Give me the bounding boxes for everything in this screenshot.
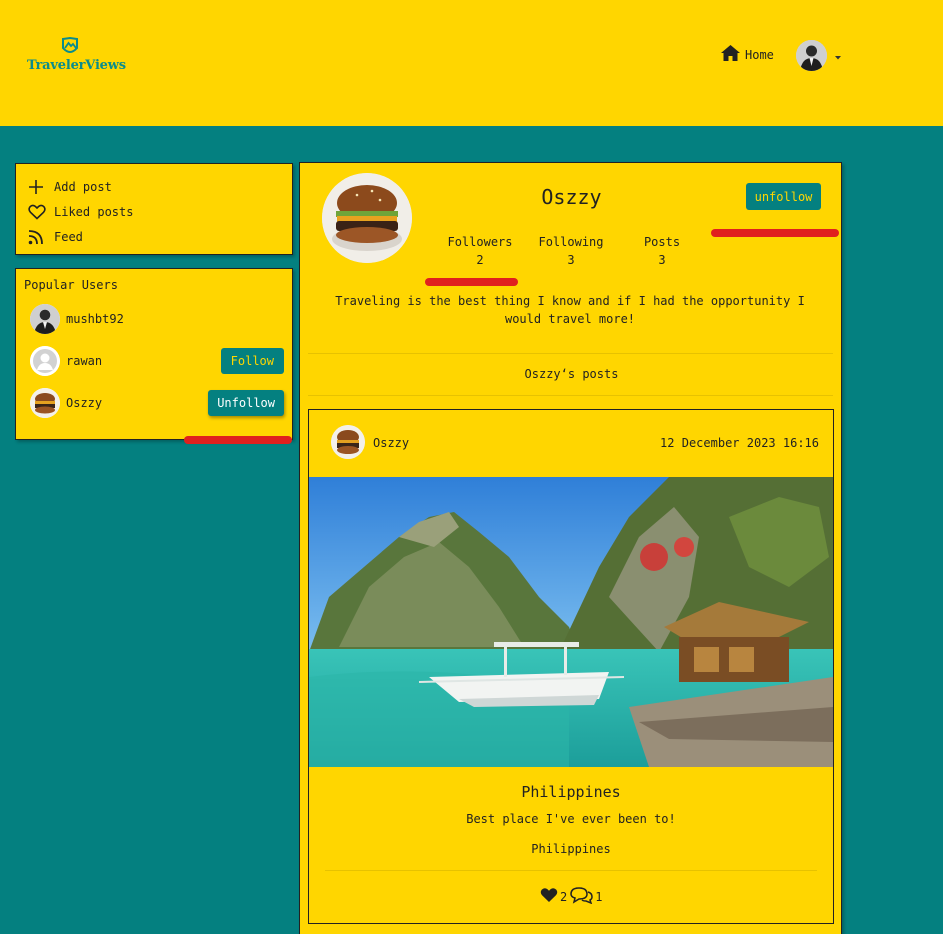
unfollow-button[interactable]: unfollow (746, 183, 821, 210)
popular-users-card: Popular Users mushbt92 rawan Follow Oszz… (15, 268, 293, 440)
menu-item-label: Feed (54, 229, 83, 244)
menu-item-label: Liked posts (54, 204, 134, 219)
stat-followers[interactable]: Followers 2 (443, 233, 517, 269)
stat-value: 3 (567, 253, 575, 267)
menu-item-liked-posts[interactable]: Liked posts (28, 199, 280, 224)
stat-label: Followers (447, 235, 513, 249)
highlight-mark (425, 278, 518, 286)
post-date: 12 December 2023 16:16 (660, 436, 819, 450)
nav-home-link[interactable]: Home (720, 44, 774, 62)
user-name[interactable]: rawan (66, 354, 102, 368)
user-avatar[interactable] (796, 40, 827, 71)
stat-value: 2 (476, 253, 484, 267)
posts-heading: Oszzy‘s posts (524, 367, 619, 381)
highlight-mark (184, 436, 292, 444)
post-image[interactable] (309, 477, 833, 767)
highlight-mark (711, 229, 839, 237)
mountain-badge-icon (62, 36, 78, 53)
divider (325, 870, 817, 871)
menu-item-feed[interactable]: Feed (28, 224, 280, 249)
brand-logo[interactable]: TravelerViews (27, 36, 127, 73)
home-icon (721, 45, 740, 61)
like-count: 2 (560, 889, 568, 904)
follow-button[interactable]: Follow (220, 348, 284, 374)
list-item: mushbt92 (24, 298, 284, 340)
post-author[interactable]: Oszzy (373, 436, 409, 450)
post-actions: 2 1 (540, 886, 604, 907)
menu-item-add-post[interactable]: Add post (28, 174, 280, 199)
unfollow-button[interactable]: Unfollow (208, 390, 284, 416)
post-card: Oszzy 12 December 2023 16:16 Philippines… (308, 409, 834, 924)
user-menu-caret-icon[interactable] (834, 46, 842, 65)
post-description: Best place I've ever been to! (466, 812, 676, 826)
divider (308, 353, 833, 354)
plus-icon (28, 179, 50, 195)
stat-posts: Posts 3 (637, 233, 687, 269)
comment-icon[interactable] (569, 886, 593, 907)
stat-value: 3 (658, 253, 666, 267)
divider (308, 395, 833, 396)
nav-home-label: Home (745, 48, 774, 62)
comment-count: 1 (595, 889, 603, 904)
stat-following[interactable]: Following 3 (534, 233, 608, 269)
like-heart-icon[interactable] (540, 887, 558, 906)
list-item: rawan Follow (24, 340, 284, 382)
popular-users-title: Popular Users (24, 278, 118, 292)
avatar[interactable] (30, 304, 60, 334)
avatar[interactable] (331, 425, 365, 459)
stat-label: Posts (643, 235, 681, 249)
stat-label: Following (538, 235, 604, 249)
top-navbar: TravelerViews Home (0, 0, 943, 126)
user-name[interactable]: Oszzy (66, 396, 102, 410)
brand-name: TravelerViews (27, 58, 126, 73)
rss-icon (28, 229, 50, 245)
list-item: Oszzy Unfollow (24, 382, 284, 424)
post-title: Philippines (521, 783, 621, 801)
user-name[interactable]: mushbt92 (66, 312, 124, 326)
sidebar-menu: Add post Liked posts Feed (15, 163, 293, 255)
profile-card: Oszzy unfollow Followers 2 Following 3 P… (299, 162, 842, 934)
avatar[interactable] (30, 346, 60, 376)
profile-bio: Traveling is the best thing I know and i… (335, 294, 805, 326)
menu-item-label: Add post (54, 179, 112, 194)
post-location: Philippines (531, 842, 611, 856)
avatar[interactable] (30, 388, 60, 418)
heart-outline-icon (28, 204, 50, 220)
